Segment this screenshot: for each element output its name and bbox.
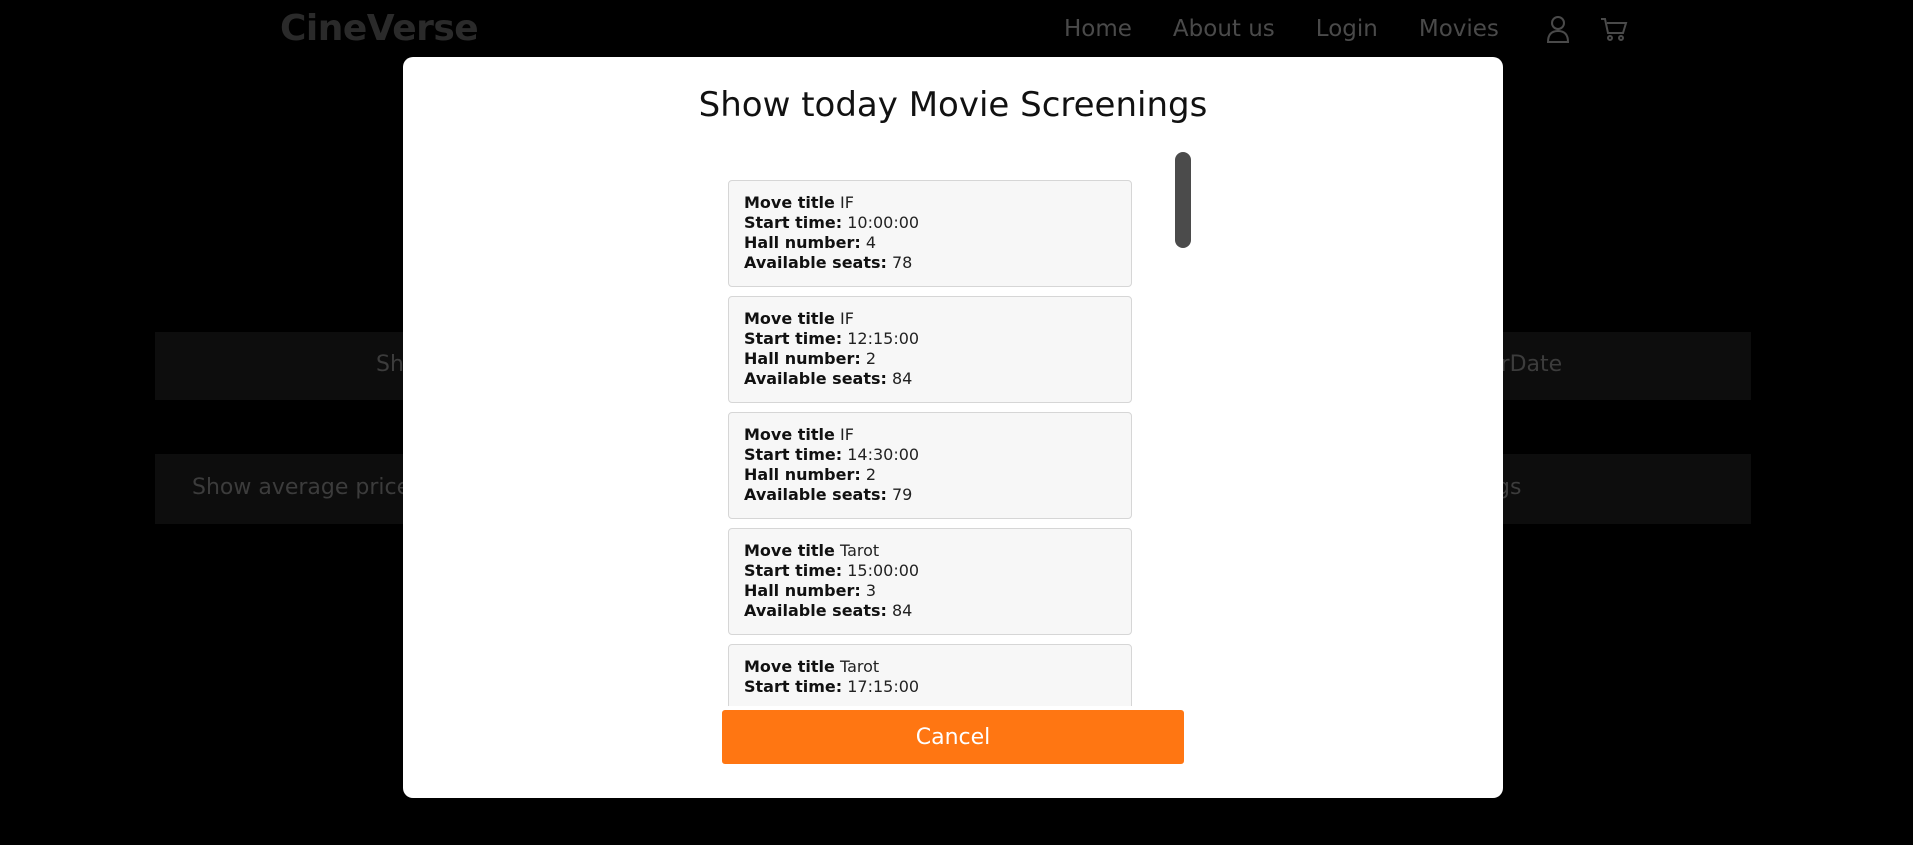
screening-title: IF (839, 309, 854, 328)
background-row2-left-text: Show average price (192, 475, 411, 500)
screening-hall: 2 (865, 465, 877, 484)
screening-title: Tarot (839, 657, 880, 676)
nav-icons (1543, 14, 1629, 44)
main-nav: Home About us Login Movies (1064, 16, 1540, 42)
screening-seats: 78 (892, 253, 913, 272)
screening-title: IF (839, 193, 854, 212)
screenings-list[interactable]: Move title IF Start time: 10:00:00 Hall … (728, 150, 1178, 706)
screening-seats: 84 (892, 601, 913, 620)
modal-title: Show today Movie Screenings (698, 85, 1208, 125)
screening-title: IF (839, 425, 854, 444)
user-icon[interactable] (1543, 14, 1573, 44)
nav-movies-link[interactable]: Movies (1419, 16, 1499, 42)
nav-home-link[interactable]: Home (1064, 16, 1132, 42)
screening-card[interactable]: Move title Tarot Start time: 17:15:00 (728, 644, 1132, 706)
nav-about-link[interactable]: About us (1173, 16, 1275, 42)
screening-card[interactable]: Move title IF Start time: 14:30:00 Hall … (728, 412, 1132, 519)
screening-start-time: 14:30:00 (847, 445, 920, 464)
screening-start-time: 17:15:00 (847, 677, 920, 696)
screening-start-time: 12:15:00 (847, 329, 920, 348)
screening-hall: 3 (865, 581, 877, 600)
screening-hall: 4 (865, 233, 877, 252)
screening-start-time: 10:00:00 (847, 213, 920, 232)
screening-title: Tarot (839, 541, 880, 560)
list-scrollbar-thumb[interactable] (1175, 152, 1191, 248)
screening-hall: 2 (865, 349, 877, 368)
screening-card[interactable]: Move title IF Start time: 10:00:00 Hall … (728, 180, 1132, 287)
page: CineVerse Home About us Login Movies Sh … (0, 0, 1913, 845)
screening-card[interactable]: Move title Tarot Start time: 15:00:00 Ha… (728, 528, 1132, 635)
brand-logo[interactable]: CineVerse (280, 8, 479, 49)
nav-login-link[interactable]: Login (1316, 16, 1378, 42)
cancel-button[interactable]: Cancel (722, 710, 1184, 764)
screenings-list-content: Move title IF Start time: 10:00:00 Hall … (728, 180, 1148, 706)
cart-icon[interactable] (1599, 14, 1629, 44)
screening-seats: 84 (892, 369, 913, 388)
screening-card[interactable]: Move title IF Start time: 12:15:00 Hall … (728, 296, 1132, 403)
screening-start-time: 15:00:00 (847, 561, 920, 580)
screening-seats: 79 (892, 485, 913, 504)
background-row1-left-text: Sh (376, 352, 404, 377)
